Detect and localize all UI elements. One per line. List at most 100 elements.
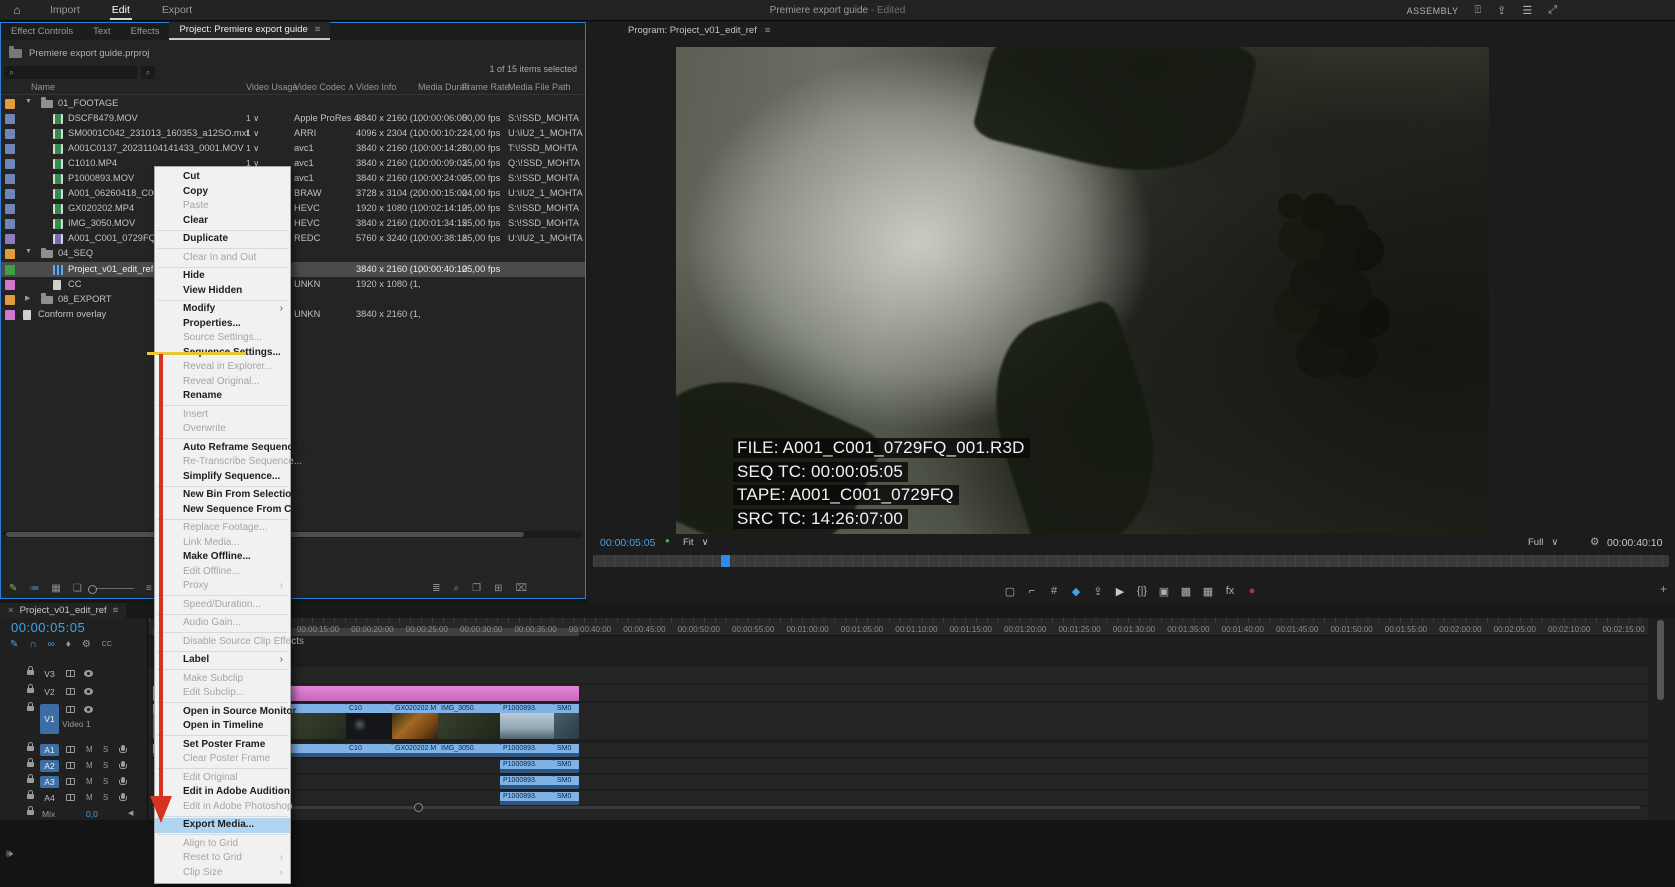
pan-value[interactable]: 0,0 bbox=[86, 809, 98, 819]
voiceover-mic-icon[interactable] bbox=[121, 793, 125, 799]
search-input[interactable]: ⌕ bbox=[4, 66, 137, 79]
menu-item-export-media[interactable]: Export Media... bbox=[155, 818, 290, 833]
close-icon[interactable]: × bbox=[8, 605, 14, 616]
list-view-icon[interactable]: ≔ bbox=[29, 583, 39, 594]
freeform-view-icon[interactable]: ❏ bbox=[73, 583, 82, 594]
column-header[interactable]: Frame Rate bbox=[462, 82, 510, 92]
sync-lock-icon[interactable] bbox=[66, 688, 75, 695]
track-header-a2[interactable]: A2MS bbox=[0, 759, 148, 773]
timeline-clip[interactable]: IMG_3050. bbox=[438, 704, 500, 739]
project-row[interactable]: Conform overlayUNKN3840 x 2160 (1, bbox=[1, 307, 585, 322]
timeline-clip[interactable]: P1000893. bbox=[500, 792, 554, 805]
project-row[interactable]: GX020202.MP41 ∨HEVC1920 x 1080 (1,00:02:… bbox=[1, 202, 585, 217]
share-icon[interactable]: ⇪ bbox=[1497, 4, 1506, 17]
panel-tab[interactable]: Effect Controls bbox=[1, 24, 83, 40]
solo-button[interactable]: S bbox=[103, 777, 108, 786]
track-header-mix[interactable]: Mix0,0◀ bbox=[0, 807, 148, 821]
voiceover-mic-icon[interactable] bbox=[121, 777, 125, 783]
snap-grid-icon[interactable]: # bbox=[1048, 585, 1061, 597]
menu-item-clip-size[interactable]: Clip Size› bbox=[155, 866, 290, 881]
audio-output-icon[interactable]: 🕪 bbox=[6, 848, 13, 861]
menu-item-hide[interactable]: Hide bbox=[155, 269, 290, 284]
project-hscrollbar[interactable] bbox=[4, 531, 582, 538]
menu-item-re-transcribe-sequence[interactable]: Re-Transcribe Sequence... bbox=[155, 455, 290, 470]
menu-item-cut[interactable]: Cut bbox=[155, 170, 290, 185]
project-row[interactable]: ▶ 08_EXPORT bbox=[1, 292, 585, 307]
mute-button[interactable]: M bbox=[86, 761, 93, 770]
project-row[interactable]: DSCF8479.MOV1 ∨Apple ProRes 43840 x 2160… bbox=[1, 111, 585, 126]
menu-item-label[interactable]: Label› bbox=[155, 653, 290, 668]
label-color-swatch[interactable] bbox=[5, 219, 15, 229]
insert-pencil-icon[interactable]: ✎ bbox=[10, 639, 18, 650]
menu-item-edit-original[interactable]: Edit Original bbox=[155, 771, 290, 786]
program-video-frame[interactable]: FILE: A001_C001_0729FQ_001.R3DSEQ TC: 00… bbox=[676, 47, 1489, 534]
menu-item-view-hidden[interactable]: View Hidden bbox=[155, 284, 290, 299]
item-name[interactable]: P1000893.MOV bbox=[68, 173, 134, 183]
timeline-tab[interactable]: × Project_v01_edit_ref ≡ bbox=[0, 603, 126, 618]
twirl-icon[interactable]: ▶ bbox=[25, 294, 30, 302]
track-target-a4[interactable]: A4 bbox=[40, 792, 59, 804]
lock-icon[interactable] bbox=[27, 778, 34, 783]
nav-tab-import[interactable]: Import bbox=[34, 0, 96, 20]
usage-value[interactable]: 1 ∨ bbox=[246, 128, 259, 139]
twirl-icon[interactable]: ▼ bbox=[25, 248, 32, 255]
label-color-swatch[interactable] bbox=[5, 99, 15, 109]
breadcrumb[interactable]: Premiere export guide.prproj bbox=[1, 44, 585, 62]
item-name[interactable]: Project_v01_edit_ref bbox=[68, 264, 153, 274]
lock-icon[interactable] bbox=[27, 810, 34, 815]
menu-item-reset-to-grid[interactable]: Reset to Grid› bbox=[155, 851, 290, 866]
timeline-clip[interactable]: SM0 bbox=[554, 776, 579, 789]
timeline-clip[interactable]: GX020202.M bbox=[392, 744, 438, 757]
menu-item-source-settings[interactable]: Source Settings... bbox=[155, 331, 290, 346]
timeline-clip[interactable]: IMG_3050. bbox=[438, 744, 500, 757]
menu-item-simplify-sequence[interactable]: Simplify Sequence... bbox=[155, 470, 290, 485]
label-color-swatch[interactable] bbox=[5, 129, 15, 139]
sync-lock-icon[interactable] bbox=[66, 794, 75, 801]
timeline-clip[interactable]: SM0 bbox=[554, 792, 579, 805]
automate-to-sequence-icon[interactable]: ≣ bbox=[432, 583, 440, 594]
project-row[interactable]: A001C0137_20231104141433_0001.MOV1 ∨avc1… bbox=[1, 141, 585, 156]
item-name[interactable]: 01_FOOTAGE bbox=[58, 98, 118, 108]
new-bin-icon[interactable]: ❐ bbox=[472, 583, 481, 594]
track-visibility-icon[interactable] bbox=[84, 670, 93, 677]
lock-icon[interactable] bbox=[27, 706, 34, 711]
nav-tab-export[interactable]: Export bbox=[146, 0, 208, 20]
menu-item-clear-in-and-out[interactable]: Clear In and Out bbox=[155, 251, 290, 266]
item-name[interactable]: DSCF8479.MOV bbox=[68, 113, 138, 123]
item-name[interactable]: GX020202.MP4 bbox=[68, 203, 134, 213]
menu-item-duplicate[interactable]: Duplicate bbox=[155, 232, 290, 247]
menu-item-open-in-source-monitor[interactable]: Open in Source Monitor bbox=[155, 705, 290, 720]
linked-selection-icon[interactable]: ∞ bbox=[48, 639, 55, 650]
menu-item-speed-duration[interactable]: Speed/Duration... bbox=[155, 598, 290, 613]
timeline-clip[interactable]: SM0 bbox=[554, 744, 579, 757]
item-name[interactable]: 08_EXPORT bbox=[58, 294, 112, 304]
column-header[interactable]: Video Usage bbox=[246, 82, 297, 92]
column-header[interactable]: Media File Path bbox=[508, 82, 571, 92]
track-name-label[interactable]: Video 1 bbox=[62, 719, 91, 729]
menu-item-edit-subclip[interactable]: Edit Subclip... bbox=[155, 686, 290, 701]
playback-resolution-select[interactable]: Full∨ bbox=[1528, 537, 1558, 548]
sync-lock-icon[interactable] bbox=[66, 746, 75, 753]
column-header[interactable]: Video Info bbox=[356, 82, 396, 92]
project-row[interactable]: ▼01_FOOTAGE bbox=[1, 96, 585, 111]
project-row[interactable]: A001_06260418_C004.1 ∨BRAW3728 x 3104 (2… bbox=[1, 187, 585, 202]
usage-value[interactable]: 1 ∨ bbox=[246, 143, 259, 154]
workspace-label[interactable]: ASSEMBLY bbox=[1407, 6, 1459, 16]
program-tab[interactable]: Program: Project_v01_edit_ref bbox=[628, 25, 757, 36]
track-target-v1[interactable]: V1 bbox=[40, 704, 59, 734]
sync-lock-icon[interactable] bbox=[66, 778, 75, 785]
timeline-clip[interactable]: P1000893. bbox=[500, 744, 554, 757]
menu-item-edit-offline[interactable]: Edit Offline... bbox=[155, 565, 290, 580]
menu-item-set-poster-frame[interactable]: Set Poster Frame bbox=[155, 738, 290, 753]
item-name[interactable]: 04_SEQ bbox=[58, 248, 93, 258]
fullscreen-icon[interactable]: ⤢ bbox=[1548, 4, 1557, 17]
project-row[interactable]: C1010.MP41 ∨avc13840 x 2160 (1,00:00:09:… bbox=[1, 156, 585, 171]
sync-lock-icon[interactable] bbox=[66, 706, 75, 713]
label-color-swatch[interactable] bbox=[5, 234, 15, 244]
panel-tab[interactable]: Project: Premiere export guide≡ bbox=[169, 22, 330, 40]
menu-item-overwrite[interactable]: Overwrite bbox=[155, 422, 290, 437]
clear-icon[interactable]: ⌧ bbox=[515, 583, 527, 594]
compare-view-icon[interactable]: ▩ bbox=[1180, 585, 1193, 598]
timeline-vscrollbar[interactable] bbox=[1657, 620, 1664, 700]
settings-wrench-icon[interactable]: ⚙ bbox=[1590, 536, 1599, 548]
